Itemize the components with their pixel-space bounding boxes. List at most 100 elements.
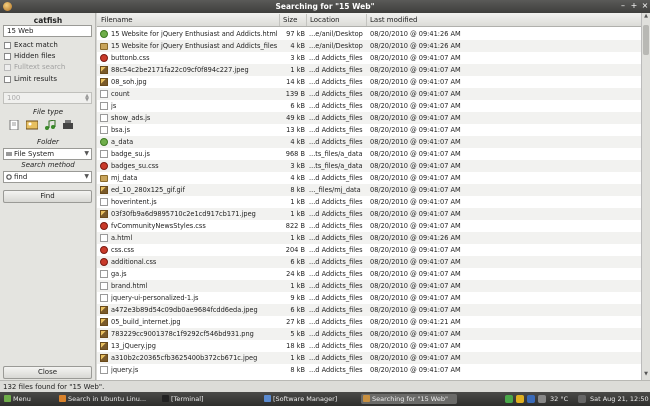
image-file-icon xyxy=(100,186,108,194)
table-row[interactable]: buttonb.css 3 kB ...d Addicts_files 08/20/2… xyxy=(97,52,641,64)
cell-location: ...d Addicts_files xyxy=(309,126,363,134)
cell-modified: 08/20/2010 @ 09:41:26 AM xyxy=(370,42,461,50)
column-size[interactable]: Size xyxy=(283,16,297,24)
table-row[interactable]: a_data 4 kB ...d Addicts_files 08/20/2010 @… xyxy=(97,136,641,148)
limit-results-checkbox[interactable]: Limit results xyxy=(4,75,57,83)
cell-location: ...d Addicts_files xyxy=(309,294,363,302)
task-search-ubuntu[interactable]: Search in Ubuntu Linu... xyxy=(57,394,152,404)
maximize-button[interactable]: + xyxy=(629,1,639,11)
cell-location: ...d Addicts_files xyxy=(309,114,363,122)
table-row[interactable]: ga.js 24 kB ...d Addicts_files 08/20/2010 @… xyxy=(97,268,641,280)
text-file-icon xyxy=(100,234,108,242)
application-type-icon[interactable] xyxy=(62,120,74,130)
table-row[interactable]: fvCommunityNewsStyles.css 822 B ...d Addic… xyxy=(97,220,641,232)
cell-location: ...d Addicts_files xyxy=(309,222,363,230)
table-row[interactable]: bsa.js 13 kB ...d Addicts_files 08/20/2010 … xyxy=(97,124,641,136)
table-row[interactable]: a472e3b89d54c09db0ae9684fcdd6eda.jpeg 6 k… xyxy=(97,304,641,316)
cell-location: ...d Addicts_files xyxy=(309,234,363,242)
cell-modified: 08/20/2010 @ 09:41:07 AM xyxy=(370,114,461,122)
cell-filename: badges_su.css xyxy=(111,162,159,170)
table-row[interactable]: hoverintent.js 1 kB ...d Addicts_files 08/2… xyxy=(97,196,641,208)
cell-modified: 08/20/2010 @ 09:41:07 AM xyxy=(370,342,461,350)
table-row[interactable]: 13_jQuery.jpg 18 kB ...d Addicts_files 08/2… xyxy=(97,340,641,352)
checkbox-label: Fulltext search xyxy=(14,63,66,71)
results-table: Filename Size Location Last modified 15 … xyxy=(97,13,641,380)
folder-select[interactable]: File System ▼ xyxy=(3,148,92,160)
app-name: catfish xyxy=(33,16,63,25)
checkbox-box[interactable] xyxy=(4,41,11,49)
task-terminal[interactable]: [Terminal] xyxy=(160,394,215,404)
table-row[interactable]: badge_su.js 968 B ...ts_files/a_data 08/20/… xyxy=(97,148,641,160)
column-last-modified[interactable]: Last modified xyxy=(370,16,417,24)
checkbox-box[interactable] xyxy=(4,52,11,60)
search-input[interactable]: 15 Web xyxy=(3,25,92,37)
table-row[interactable]: 15 Website for jQuery Enthusiast and Add… xyxy=(97,28,641,40)
scrollbar-thumb[interactable] xyxy=(643,25,649,55)
menu-button[interactable]: Menu xyxy=(2,394,40,404)
table-row[interactable]: brand.html 1 kB ...d Addicts_files 08/20/20… xyxy=(97,280,641,292)
cell-filename: jquery-ui-personalized-1.js xyxy=(111,294,199,302)
spinner-arrows-icon: ▲ ▼ xyxy=(85,93,89,103)
table-row[interactable]: jquery-ui-personalized-1.js 9 kB ...d Addi… xyxy=(97,292,641,304)
volume-icon[interactable] xyxy=(538,395,546,403)
image-type-icon[interactable] xyxy=(26,120,38,130)
table-row[interactable]: badges_su.css 3 kB ...ts_files/a_data 08/20… xyxy=(97,160,641,172)
cell-location: ..._files/mj_data xyxy=(309,186,361,194)
cell-modified: 08/20/2010 @ 09:41:07 AM xyxy=(370,54,461,62)
close-button[interactable]: Close xyxy=(3,366,92,379)
document-type-icon[interactable] xyxy=(8,120,20,130)
cell-modified: 08/20/2010 @ 09:41:26 AM xyxy=(370,234,461,242)
table-row[interactable]: 15 Website for jQuery Enthusiast and Add… xyxy=(97,40,641,52)
cell-size: 14 kB xyxy=(286,78,305,86)
table-row[interactable]: ed_10_280x125_gif.gif 8 kB ..._files/mj_da… xyxy=(97,184,641,196)
search-method-select[interactable]: find ▼ xyxy=(3,171,92,183)
column-filename[interactable]: Filename xyxy=(101,16,133,24)
cell-location: ...d Addicts_files xyxy=(309,282,363,290)
music-type-icon[interactable] xyxy=(44,120,56,130)
table-row[interactable]: show_ads.js 49 kB ...d Addicts_files 08/20/… xyxy=(97,112,641,124)
file-type-label: File type xyxy=(32,108,64,116)
task-software-manager[interactable]: [Software Manager] xyxy=(262,394,357,404)
cell-size: 49 kB xyxy=(286,114,305,122)
find-button[interactable]: Find xyxy=(3,190,92,203)
table-row[interactable]: 783229cc9001378c1f9292cf546bd931.png 5 kB… xyxy=(97,328,641,340)
table-row[interactable]: additional.css 6 kB ...d Addicts_files 08/2… xyxy=(97,256,641,268)
table-row[interactable]: 03f30fb9a6d9895710c2e1cd917cb171.jpeg 1 k… xyxy=(97,208,641,220)
close-window-button[interactable]: × xyxy=(640,1,650,11)
exact-match-checkbox[interactable]: Exact match xyxy=(4,41,58,49)
vertical-scrollbar[interactable]: ▲ ▼ xyxy=(641,13,650,380)
network-icon[interactable] xyxy=(505,395,513,403)
checkbox-box[interactable] xyxy=(4,75,11,83)
bluetooth-icon[interactable] xyxy=(527,395,535,403)
mint-logo-icon xyxy=(4,395,11,402)
table-row[interactable]: js 6 kB ...d Addicts_files 08/20/2010 @ 09:… xyxy=(97,100,641,112)
clock[interactable]: Sat Aug 21, 12:50 AM xyxy=(590,394,650,406)
table-row[interactable]: 05_build_internet.jpg 27 kB ...d Addicts_f… xyxy=(97,316,641,328)
scroll-down-icon[interactable]: ▼ xyxy=(642,371,650,380)
cell-modified: 08/20/2010 @ 09:41:07 AM xyxy=(370,162,461,170)
table-row[interactable]: mj_data 4 kB ...d Addicts_files 08/20/2010 … xyxy=(97,172,641,184)
column-location[interactable]: Location xyxy=(310,16,340,24)
cell-modified: 08/20/2010 @ 09:41:26 AM xyxy=(370,30,461,38)
search-method-label: Search method xyxy=(21,161,75,169)
table-row[interactable]: css.css 204 B ...d Addicts_files 08/20/2010… xyxy=(97,244,641,256)
minimize-button[interactable]: – xyxy=(618,1,628,11)
table-row[interactable]: a.html 1 kB ...d Addicts_files 08/20/2010 @… xyxy=(97,232,641,244)
table-row[interactable]: jquery.js 8 kB ...d Addicts_files 08/20/201… xyxy=(97,364,641,376)
table-row[interactable]: 08_soh.jpg 14 kB ...d Addicts_files 08/20/2… xyxy=(97,76,641,88)
power-icon[interactable] xyxy=(578,395,586,403)
checkbox-label: Exact match xyxy=(14,41,58,49)
scroll-up-icon[interactable]: ▲ xyxy=(642,13,650,22)
table-row[interactable]: a310b2c20365cfb3625400b372cb671c.jpeg 1 k… xyxy=(97,352,641,364)
cell-location: ...d Addicts_files xyxy=(309,342,363,350)
task-catfish[interactable]: Searching for "15 Web" xyxy=(361,394,457,404)
update-icon[interactable] xyxy=(516,395,524,403)
table-row[interactable]: count 139 B ...d Addicts_files 08/20/2010 @… xyxy=(97,88,641,100)
image-file-icon xyxy=(100,330,108,338)
cell-filename: hoverintent.js xyxy=(111,198,157,206)
hidden-files-checkbox[interactable]: Hidden files xyxy=(4,52,55,60)
image-file-icon xyxy=(100,306,108,314)
table-row[interactable]: 88c54c2be2171fa22c09cf0f894c227.jpeg 1 kB… xyxy=(97,64,641,76)
js-file-icon xyxy=(100,294,108,302)
cell-filename: jquery.js xyxy=(111,366,139,374)
